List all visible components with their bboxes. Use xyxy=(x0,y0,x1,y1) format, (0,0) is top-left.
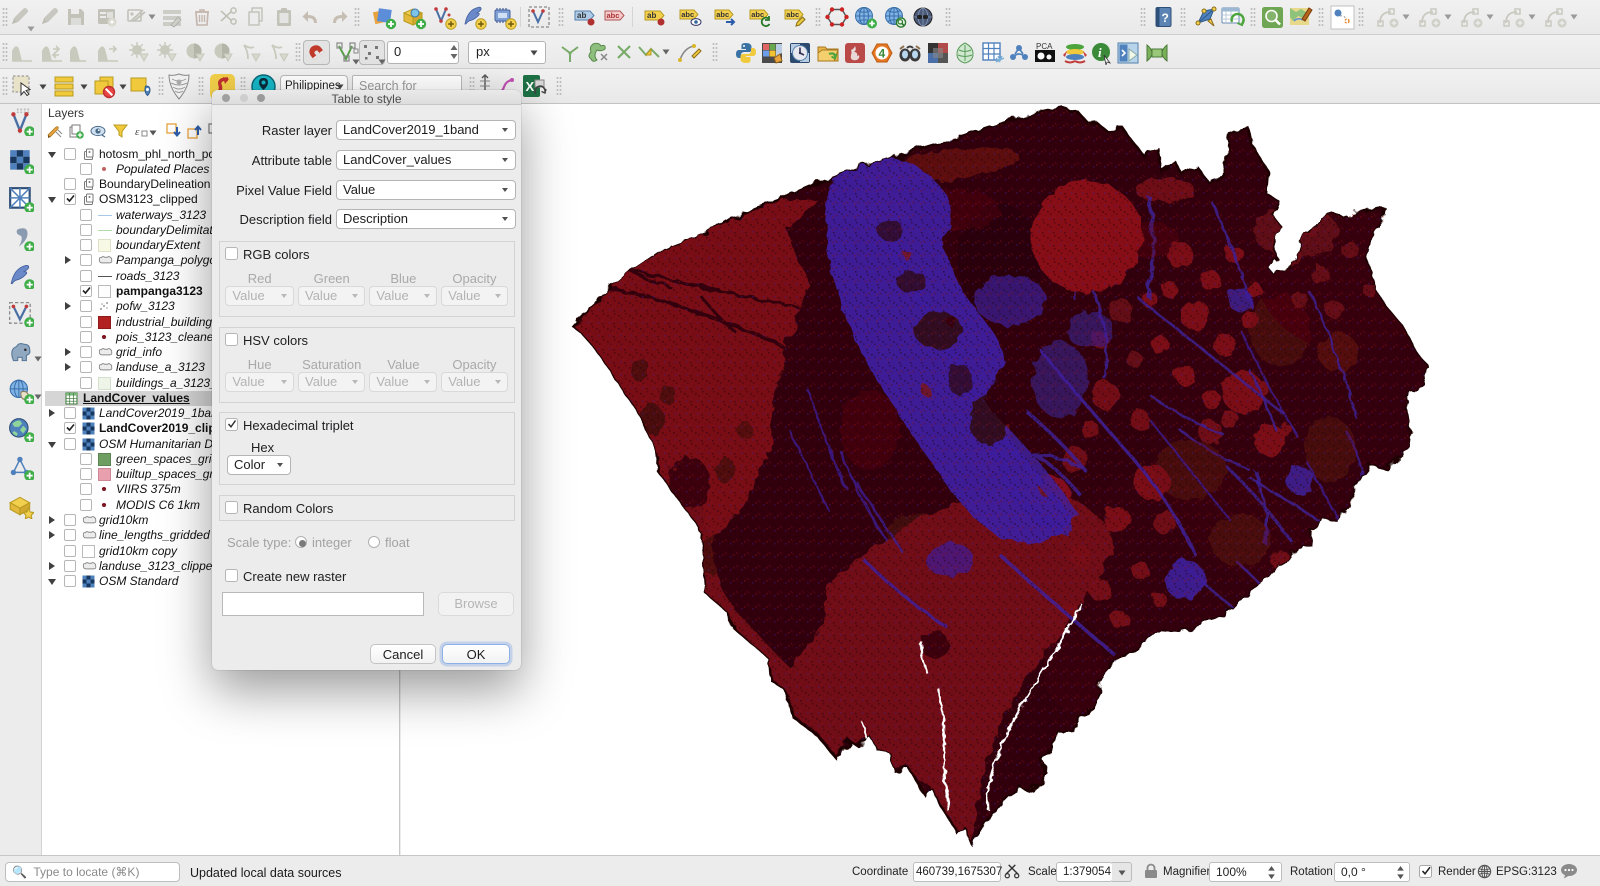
svg-text:abc: abc xyxy=(716,10,729,19)
svg-text:ab: ab xyxy=(577,11,586,20)
svg-text:abc: abc xyxy=(751,10,764,19)
svg-text:abc: abc xyxy=(786,10,799,19)
svg-text:abc: abc xyxy=(607,11,620,20)
svg-text:ε: ε xyxy=(135,126,140,138)
svg-text:abc: abc xyxy=(681,10,694,19)
svg-text:PCA: PCA xyxy=(1036,42,1053,51)
svg-text:?: ? xyxy=(1162,11,1169,25)
svg-text:ab: ab xyxy=(647,11,656,20)
svg-text:X: X xyxy=(526,79,535,94)
svg-text:i: i xyxy=(1098,45,1102,60)
svg-text:4: 4 xyxy=(879,47,886,61)
